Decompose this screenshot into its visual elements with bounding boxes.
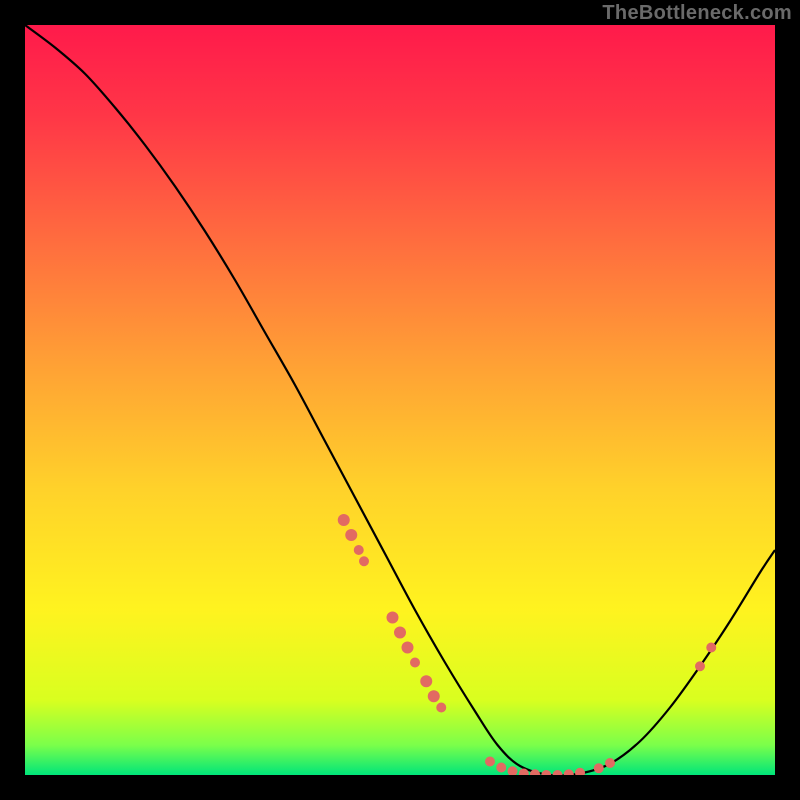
chart-svg: [25, 25, 775, 775]
data-point: [706, 643, 716, 653]
data-point: [345, 529, 357, 541]
data-point: [420, 675, 432, 687]
data-point: [354, 545, 364, 555]
data-point: [338, 514, 350, 526]
data-point: [359, 556, 369, 566]
data-point: [387, 612, 399, 624]
data-point: [402, 642, 414, 654]
data-point: [410, 658, 420, 668]
data-point: [496, 763, 506, 773]
data-point: [605, 758, 615, 768]
gradient-background: [25, 25, 775, 775]
data-point: [485, 757, 495, 767]
data-point: [428, 690, 440, 702]
watermark-label: TheBottleneck.com: [602, 2, 792, 25]
data-point: [695, 661, 705, 671]
data-point: [594, 763, 604, 773]
data-point: [394, 627, 406, 639]
chart-container: TheBottleneck.com: [0, 0, 800, 800]
plot-area: [25, 25, 775, 775]
data-point: [436, 703, 446, 713]
